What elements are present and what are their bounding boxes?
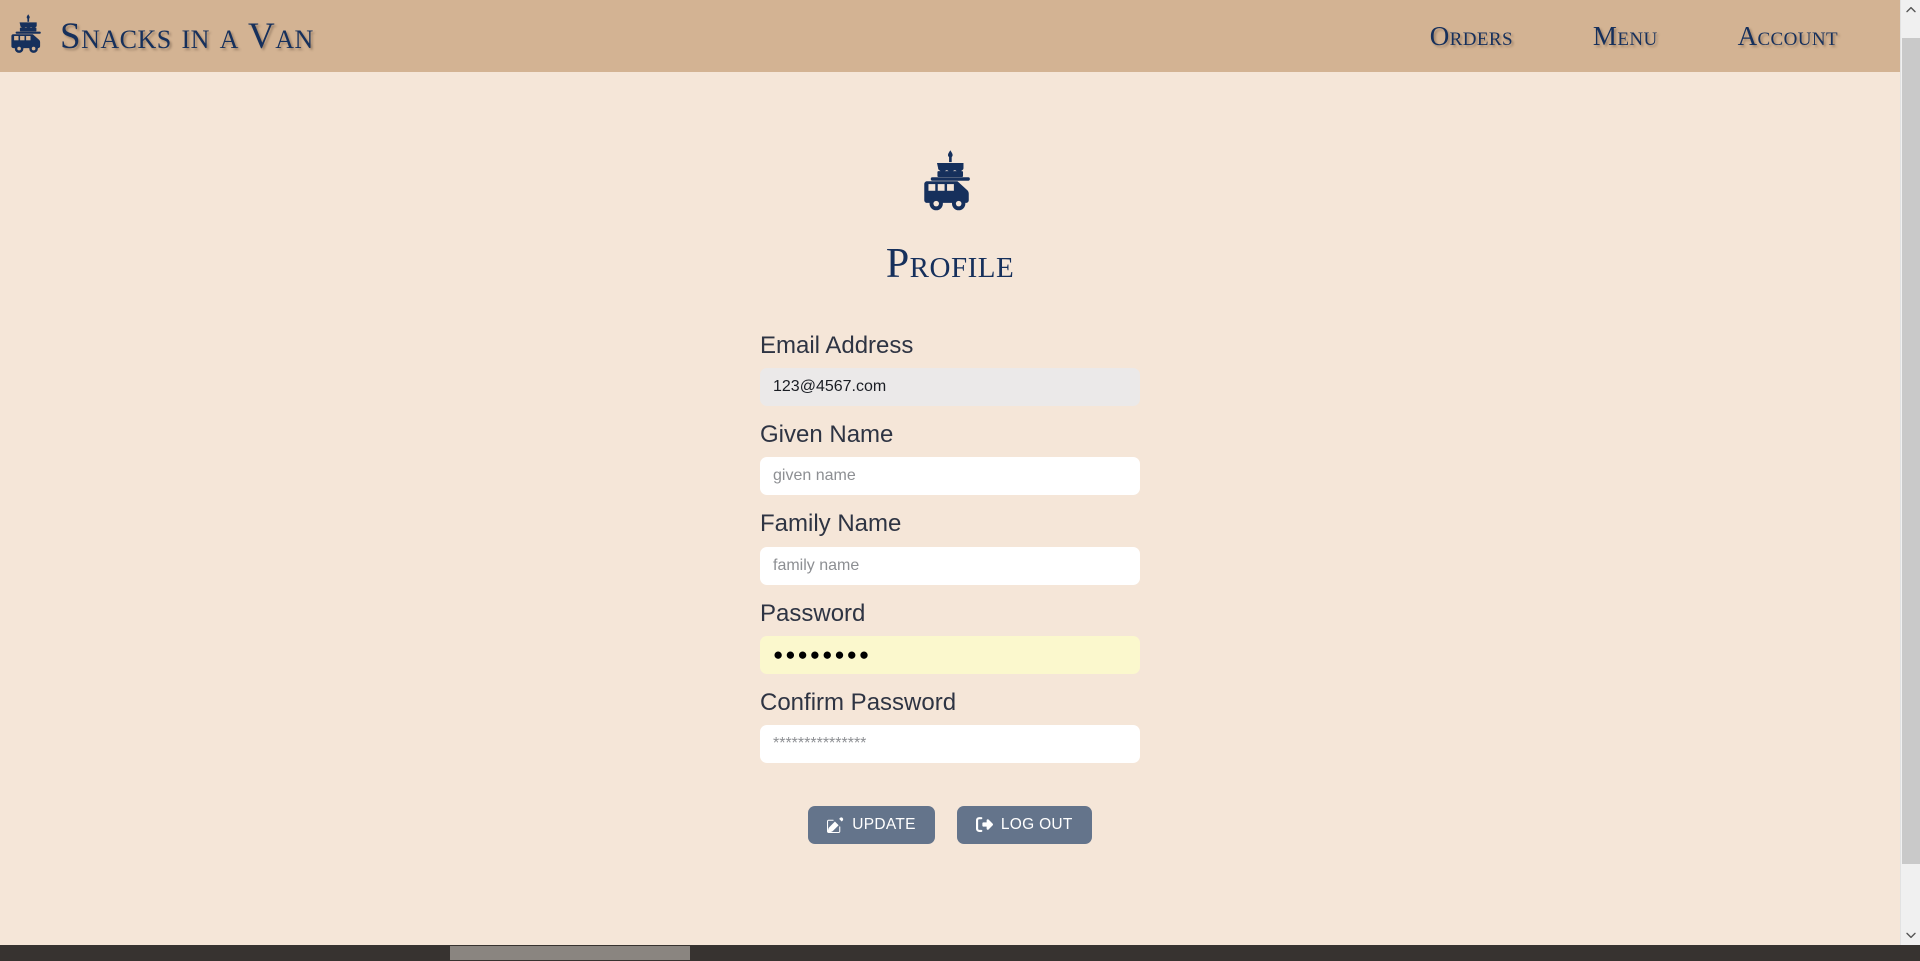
field-group-family-name: Family Name <box>760 508 1140 585</box>
scrollbar-corner <box>1900 945 1920 961</box>
family-name-field[interactable] <box>760 546 1140 585</box>
label-family-name: Family Name <box>760 510 902 538</box>
vertical-scrollbar[interactable] <box>1900 0 1920 945</box>
label-confirm-password: Confirm Password <box>760 688 957 716</box>
password-field[interactable] <box>760 635 1140 674</box>
site-header: Snacks in a Van Orders Menu Account <box>0 0 1900 72</box>
browser-viewport: Snacks in a Van Orders Menu Account Prof… <box>0 0 1900 945</box>
given-name-field[interactable] <box>760 457 1140 496</box>
log-out-button-label: LOG OUT <box>1000 815 1073 833</box>
nav-item-account[interactable]: Account <box>1738 21 1838 52</box>
form-actions: UPDATE LOG OUT <box>760 805 1140 844</box>
horizontal-scrollbar-thumb[interactable] <box>450 946 690 960</box>
label-email: Email Address <box>760 332 914 359</box>
profile-form: Email Address Given Name Family Name Pas… <box>760 330 1140 844</box>
label-password: Password <box>760 599 866 627</box>
label-given-name: Given Name <box>760 421 894 449</box>
update-button-label: UPDATE <box>852 815 916 833</box>
page-title: Profile <box>885 241 1015 287</box>
nav-item-orders[interactable]: Orders <box>1430 21 1513 52</box>
main-content: Profile Email Address Given Name Family … <box>0 72 1900 844</box>
brand-title: Snacks in a Van <box>60 15 314 57</box>
horizontal-scrollbar[interactable] <box>0 945 1920 961</box>
scroll-down-button[interactable] <box>1901 926 1920 945</box>
field-group-confirm-password: Confirm Password <box>760 687 1140 763</box>
cake-van-icon <box>919 146 981 221</box>
field-group-given-name: Given Name <box>760 419 1140 496</box>
vertical-scrollbar-thumb[interactable] <box>1902 38 1920 864</box>
primary-nav: Orders Menu Account <box>1430 21 1838 52</box>
email-field[interactable] <box>760 368 1140 407</box>
confirm-password-field[interactable] <box>760 724 1140 763</box>
field-group-password: Password <box>760 598 1140 674</box>
update-button[interactable]: UPDATE <box>808 805 935 844</box>
log-out-button[interactable]: LOG OUT <box>956 805 1092 844</box>
nav-item-menu[interactable]: Menu <box>1593 21 1658 52</box>
scroll-up-button[interactable] <box>1901 0 1920 19</box>
sign-out-icon <box>975 816 993 833</box>
cake-van-icon <box>8 13 48 60</box>
pen-to-square-icon <box>827 816 844 834</box>
brand-logo-link[interactable]: Snacks in a Van <box>8 13 314 60</box>
field-group-email: Email Address <box>760 330 1140 407</box>
